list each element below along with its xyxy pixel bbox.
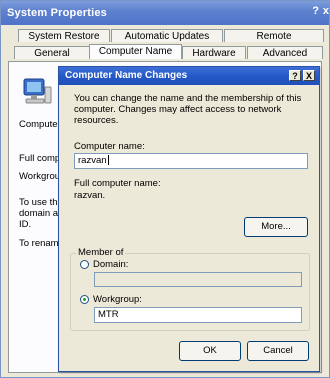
- dialog-title: Computer Name Changes: [65, 70, 188, 81]
- computer-name-changes-dialog: Computer Name Changes ? X You can change…: [58, 66, 320, 372]
- text-to-use-line3: ID.: [19, 219, 32, 230]
- label-computer-description: Computer: [19, 119, 61, 130]
- tab-general[interactable]: General: [14, 46, 90, 59]
- tab-advanced[interactable]: Advanced: [247, 46, 323, 59]
- workgroup-label: Workgroup:: [93, 294, 142, 305]
- computer-name-value: razvan: [78, 155, 107, 166]
- domain-input[interactable]: [94, 272, 302, 287]
- full-name-value: razvan.: [74, 190, 106, 201]
- cancel-button[interactable]: Cancel: [247, 341, 309, 361]
- window-title: System Properties: [7, 7, 107, 19]
- text-cursor: [107, 155, 109, 166]
- ok-button[interactable]: OK: [179, 341, 241, 361]
- more-button[interactable]: More...: [244, 217, 308, 237]
- workgroup-radio[interactable]: [80, 295, 89, 304]
- domain-radio[interactable]: [80, 260, 89, 269]
- text-to-use-line2: domain a: [19, 208, 59, 219]
- dialog-title-bar: Computer Name Changes ? X: [59, 67, 319, 85]
- tab-remote[interactable]: Remote: [224, 29, 324, 42]
- close-button[interactable]: x: [323, 5, 329, 17]
- computer-name-label: Computer name:: [74, 141, 145, 152]
- dialog-close-button[interactable]: X: [303, 70, 315, 81]
- full-name-label: Full computer name:: [74, 178, 161, 189]
- tab-hardware[interactable]: Hardware: [182, 46, 246, 59]
- tab-computer-name[interactable]: Computer Name: [89, 44, 182, 59]
- dialog-intro-text: You can change the name and the membersh…: [74, 93, 302, 126]
- member-of-label: Member of: [76, 247, 126, 258]
- label-full-computer-name: Full comp: [19, 153, 61, 164]
- title-bar: System Properties ? x: [1, 1, 329, 25]
- label-workgroup: Workgrou: [19, 171, 61, 182]
- text-to-use-line1: To use th: [19, 197, 58, 208]
- tab-system-restore[interactable]: System Restore: [18, 29, 110, 42]
- domain-label: Domain:: [93, 259, 129, 270]
- dialog-help-button[interactable]: ?: [289, 70, 301, 81]
- computer-icon: [21, 77, 53, 107]
- tab-automatic-updates[interactable]: Automatic Updates: [111, 29, 223, 42]
- workgroup-input[interactable]: MTR: [94, 307, 302, 323]
- text-to-rename: To renam: [19, 238, 59, 249]
- help-button[interactable]: ?: [312, 5, 319, 17]
- computer-name-input[interactable]: razvan: [74, 153, 308, 169]
